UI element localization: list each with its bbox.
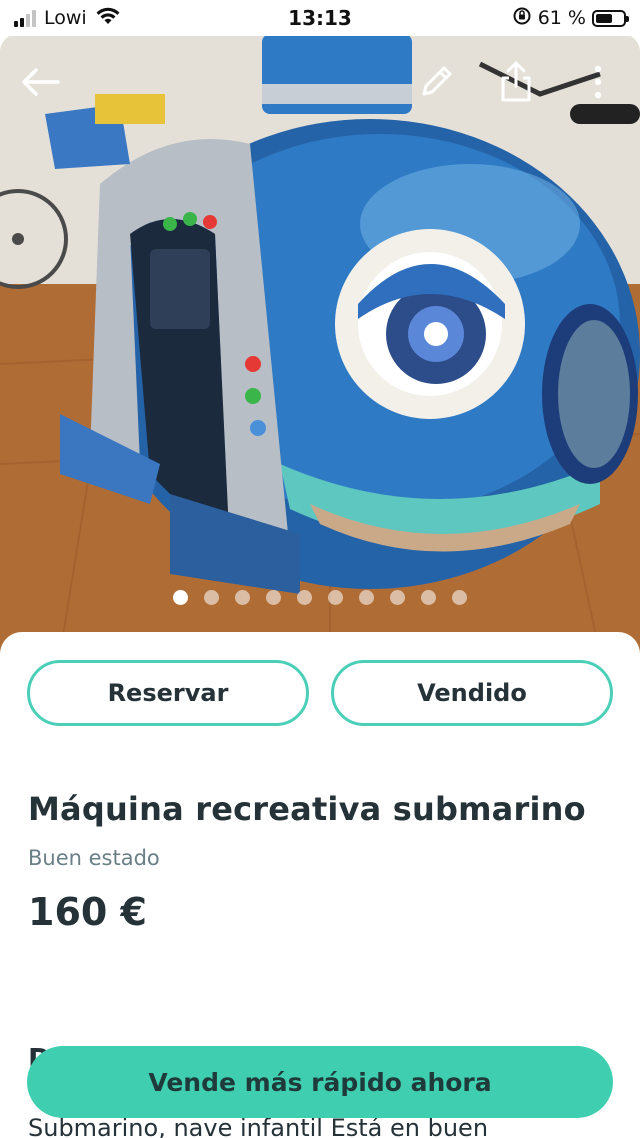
carousel-dot[interactable] [390, 590, 405, 605]
more-vertical-icon [594, 65, 602, 99]
price: 160 € [28, 890, 147, 934]
carousel-indicator [0, 590, 640, 605]
status-bar: Lowi 13:13 61 % [0, 0, 640, 36]
product-photo [0, 34, 640, 654]
back-arrow-icon [22, 68, 60, 96]
carousel-dot[interactable] [266, 590, 281, 605]
carousel-dot[interactable] [359, 590, 374, 605]
orientation-lock-icon [512, 6, 532, 30]
carousel-dot[interactable] [173, 590, 188, 605]
product-photo-carousel[interactable] [0, 34, 640, 654]
condition-label: Buen estado [28, 846, 160, 870]
edit-pencil-icon [422, 66, 452, 96]
listing-details: Reservar Vendido Máquina recreativa subm… [0, 632, 640, 1138]
listing-title: Máquina recreativa submarino [28, 790, 586, 828]
sell-faster-button[interactable]: Vende más rápido ahora [27, 1046, 613, 1118]
edit-button[interactable] [412, 58, 460, 106]
share-icon [501, 61, 531, 102]
back-button[interactable] [16, 58, 64, 106]
carousel-dot[interactable] [297, 590, 312, 605]
share-button[interactable] [492, 58, 540, 106]
more-options-button[interactable] [574, 58, 622, 106]
carousel-dot[interactable] [235, 590, 250, 605]
carousel-dot[interactable] [421, 590, 436, 605]
battery-percent: 61 % [537, 7, 586, 29]
battery-icon [592, 9, 629, 27]
carousel-dot[interactable] [452, 590, 467, 605]
reserve-button[interactable]: Reservar [27, 660, 309, 726]
mark-sold-button[interactable]: Vendido [331, 660, 613, 726]
carousel-dot[interactable] [204, 590, 219, 605]
carousel-dot[interactable] [328, 590, 343, 605]
